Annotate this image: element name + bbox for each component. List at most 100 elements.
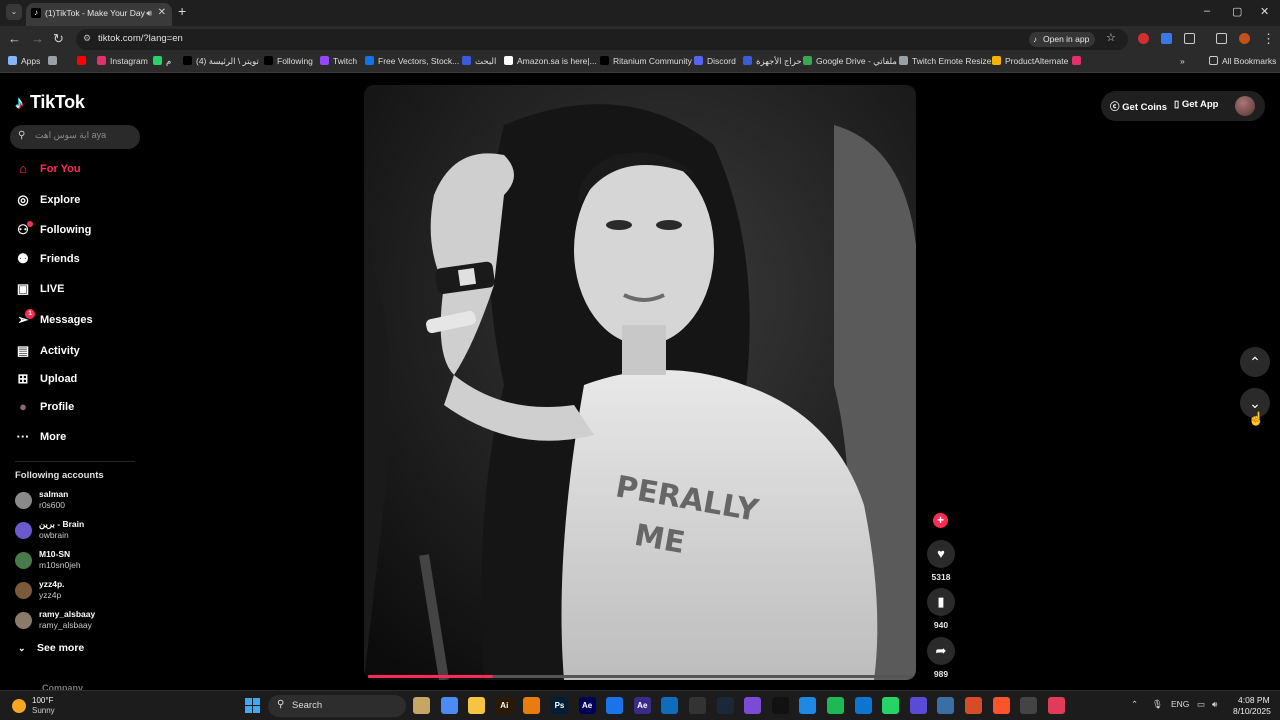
extension-blue-icon[interactable]	[1161, 33, 1172, 44]
taskbar-search[interactable]: ⚲ Search	[268, 695, 406, 717]
taskbar-app-icon[interactable]	[854, 697, 872, 714]
clock-date[interactable]: 8/10/2025	[1233, 706, 1271, 716]
bookmark-item[interactable]: Discord	[694, 56, 736, 66]
taskbar-app-icon[interactable]	[744, 697, 762, 714]
get-app-button[interactable]: ▯ Get App	[1174, 99, 1218, 110]
site-info-icon[interactable]: ⚙	[83, 33, 91, 44]
account-name: M10-SN	[39, 549, 71, 559]
sidebar-item-label: Messages	[40, 314, 93, 326]
taskbar-app-icon[interactable]: Ai	[495, 697, 513, 714]
browser-menu-icon[interactable]: ⋮	[1262, 31, 1275, 47]
bookmark-item[interactable]: حراج الأجهزة	[743, 56, 802, 67]
bookmark-item[interactable]: Twitch	[320, 56, 357, 66]
taskbar-app-icon[interactable]	[937, 697, 955, 714]
share-action[interactable]: ➦ 989	[927, 637, 955, 679]
profile-avatar-icon[interactable]	[1239, 33, 1250, 44]
forward-button[interactable]: →	[31, 31, 44, 46]
taskbar-app-icon[interactable]	[661, 697, 679, 714]
see-more-label: See more	[37, 642, 85, 654]
video-player[interactable]: PERALLY ME	[364, 85, 916, 680]
bookmark-icon[interactable]: ▮	[927, 588, 955, 616]
taskbar-app-icon[interactable]	[992, 697, 1010, 714]
taskbar-app-icon[interactable]: Ae	[633, 697, 651, 714]
taskbar-app-icon[interactable]	[1020, 697, 1038, 714]
taskbar-app-icon[interactable]	[965, 697, 982, 714]
search-input[interactable]: اية سوس اهت aya	[35, 130, 106, 141]
bookmark-item[interactable]: Instagram	[97, 56, 148, 66]
like-action[interactable]: ♥ 5318	[927, 540, 955, 582]
taskbar-app-icon[interactable]	[909, 697, 927, 714]
close-window-button[interactable]: ✕	[1260, 5, 1269, 18]
volume-icon[interactable]: 🔊︎	[1212, 699, 1217, 710]
taskbar-app-icon[interactable]	[689, 697, 706, 714]
minimize-button[interactable]: –	[1204, 5, 1210, 17]
taskbar-app-icon[interactable]	[413, 697, 430, 714]
tiktok-logo[interactable]: ♪ TikTok	[15, 92, 85, 113]
tiktok-favicon-icon: ♪	[31, 8, 41, 18]
avatar	[15, 612, 32, 629]
start-button[interactable]	[245, 698, 260, 713]
tab-tiktok[interactable]: ♪ (1)TikTok - Make Your Day 🔊︎ ✕	[26, 3, 172, 26]
bookmark-item[interactable]: Twitch Emote Resizer	[899, 56, 994, 66]
taskbar-app-icon[interactable]	[440, 697, 458, 714]
taskbar-app-icon[interactable]: Ae	[578, 697, 596, 714]
bookmarks-overflow-button[interactable]: »	[1180, 56, 1185, 66]
share-icon[interactable]: ➦	[927, 637, 955, 665]
heart-icon[interactable]: ♥	[927, 540, 955, 568]
bookmark-item[interactable]: Apps	[8, 56, 40, 66]
taskbar-app-icon[interactable]	[771, 697, 789, 714]
taskbar-app-icon[interactable]	[716, 697, 734, 714]
maximize-button[interactable]: ▢	[1232, 5, 1242, 18]
bookmark-item[interactable]: Amazon.sa is here|...	[504, 56, 597, 66]
bookmark-item[interactable]: Following	[264, 56, 313, 66]
taskbar-app-icon[interactable]: Ps	[551, 697, 568, 714]
open-in-app-button[interactable]: Open in app	[1029, 32, 1096, 47]
extensions-puzzle-icon[interactable]	[1184, 33, 1195, 44]
account-handle: r0s600	[39, 500, 65, 510]
audio-playing-icon[interactable]: 🔊︎	[146, 3, 152, 23]
account-name: برين - Brain	[39, 519, 85, 529]
bookmark-item[interactable]	[77, 56, 90, 66]
avatar	[15, 582, 32, 599]
bookmark-item[interactable]: Free Vectors, Stock...	[365, 56, 459, 66]
taskbar-app-icon[interactable]	[606, 697, 624, 714]
bookmark-item[interactable]: م	[153, 56, 171, 67]
video-progress-bar[interactable]	[368, 675, 913, 678]
bookmark-item[interactable]	[48, 56, 61, 66]
taskbar-app-icon[interactable]	[468, 697, 486, 714]
bookmark-item[interactable]: (4) تويتر \ الرئيسة	[183, 56, 259, 67]
taskbar-app-icon[interactable]	[827, 697, 844, 714]
url-text[interactable]: tiktok.com/?lang=en	[98, 33, 183, 44]
microphone-icon[interactable]: 🎙︎	[1152, 699, 1163, 710]
bookmark-item[interactable]: البحث	[462, 56, 496, 67]
taskbar-app-icon[interactable]	[523, 697, 541, 714]
tab-search-button[interactable]: ⌄	[6, 4, 22, 20]
bookmark-item[interactable]	[1072, 56, 1085, 66]
follow-creator-button[interactable]: +	[933, 513, 948, 528]
clock-time[interactable]: 4:08 PM	[1238, 695, 1270, 705]
media-controls-icon[interactable]	[1216, 33, 1227, 44]
extension-red-icon[interactable]	[1138, 33, 1149, 44]
tray-overflow-icon[interactable]: ⌃	[1131, 699, 1138, 710]
save-action[interactable]: ▮ 940	[927, 588, 955, 630]
taskbar-app-icon[interactable]	[1047, 697, 1065, 714]
address-bar[interactable]: ⚙ tiktok.com/?lang=en Open in app ☆	[76, 29, 1128, 50]
bookmark-item[interactable]: Google Drive - ملفاتي	[803, 56, 897, 67]
bookmark-item[interactable]: ProductAlternate	[992, 56, 1068, 66]
back-button[interactable]: ←	[8, 31, 21, 46]
bookmark-item[interactable]: Ritanium Community	[600, 56, 692, 66]
network-icon[interactable]: ▭	[1197, 699, 1205, 710]
new-tab-button[interactable]: +	[178, 3, 186, 19]
language-indicator[interactable]: ENG	[1171, 699, 1189, 709]
all-bookmarks-button[interactable]: All Bookmarks	[1209, 56, 1276, 66]
taskbar-app-icon[interactable]	[882, 697, 900, 714]
see-more-button[interactable]: ⌄ See more	[15, 642, 84, 654]
taskbar-app-icon[interactable]	[799, 697, 817, 714]
user-avatar[interactable]	[1235, 96, 1255, 116]
get-coins-button[interactable]: ⓒ Get Coins	[1110, 99, 1167, 113]
search-box[interactable]: ⚲ اية سوس اهت aya	[10, 125, 140, 149]
bookmark-star-icon[interactable]: ☆	[1106, 31, 1116, 44]
reload-button[interactable]: ↻	[53, 31, 64, 47]
tab-close-icon[interactable]: ✕	[158, 3, 166, 23]
previous-video-button[interactable]: ⌃	[1240, 347, 1270, 377]
